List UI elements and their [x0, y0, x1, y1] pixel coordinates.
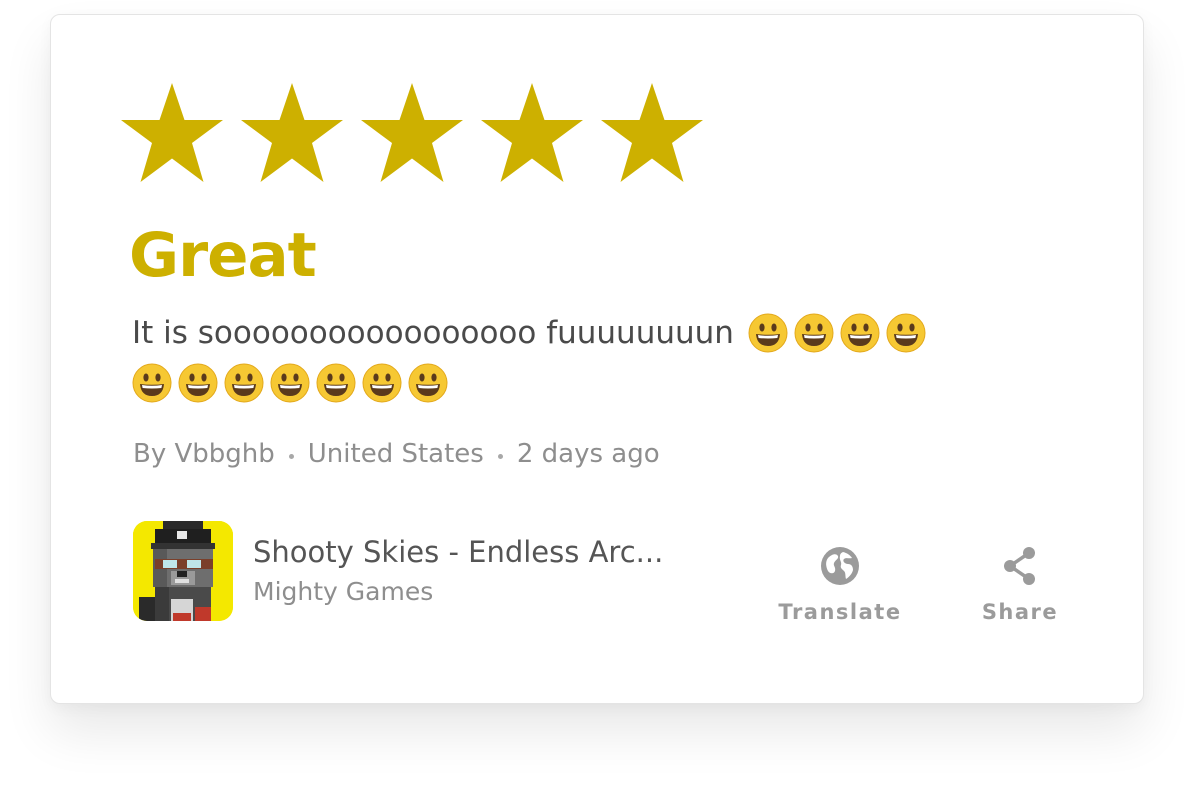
- shooty-skies-app-icon[interactable]: [133, 521, 233, 621]
- grinning-face-icon: [270, 363, 310, 403]
- emoji-group: [132, 363, 454, 403]
- app-name[interactable]: Shooty Skies - Endless Arc...: [253, 532, 663, 572]
- grinning-face-icon: [408, 363, 448, 403]
- star-rating: [117, 80, 717, 190]
- review-body: It is sooooooooooooooooo fuuuuuuuun: [132, 308, 1062, 408]
- grinning-face-icon: [794, 313, 834, 353]
- share-icon: [998, 544, 1042, 588]
- review-author: By Vbbghb: [133, 439, 275, 469]
- star-icon: [117, 80, 227, 190]
- emoji-group: [748, 313, 932, 353]
- grinning-face-icon: [316, 363, 356, 403]
- translate-button[interactable]: Translate: [760, 540, 920, 626]
- review-meta: By Vbbghb United States 2 days ago: [133, 434, 660, 474]
- review-body-line-2: [132, 358, 1062, 408]
- grinning-face-icon: [224, 363, 264, 403]
- grinning-face-icon: [748, 313, 788, 353]
- grinning-face-icon: [132, 363, 172, 403]
- star-icon: [477, 80, 587, 190]
- review-time: 2 days ago: [516, 439, 660, 469]
- app-developer[interactable]: Mighty Games: [253, 574, 433, 610]
- globe-icon: [818, 544, 862, 588]
- review-body-line-1: It is sooooooooooooooooo fuuuuuuuun: [132, 308, 1062, 358]
- star-icon: [357, 80, 467, 190]
- grinning-face-icon: [886, 313, 926, 353]
- grinning-face-icon: [840, 313, 880, 353]
- share-label: Share: [981, 600, 1059, 624]
- grinning-face-icon: [362, 363, 402, 403]
- review-country: United States: [307, 439, 484, 469]
- separator-dot: [497, 453, 503, 459]
- grinning-face-icon: [178, 363, 218, 403]
- star-icon: [597, 80, 707, 190]
- translate-label: Translate: [778, 600, 902, 624]
- review-body-text: It is sooooooooooooooooo fuuuuuuuun: [132, 315, 734, 351]
- review-title: Great: [129, 220, 317, 291]
- separator-dot: [288, 453, 294, 459]
- share-button[interactable]: Share: [940, 540, 1100, 626]
- star-icon: [237, 80, 347, 190]
